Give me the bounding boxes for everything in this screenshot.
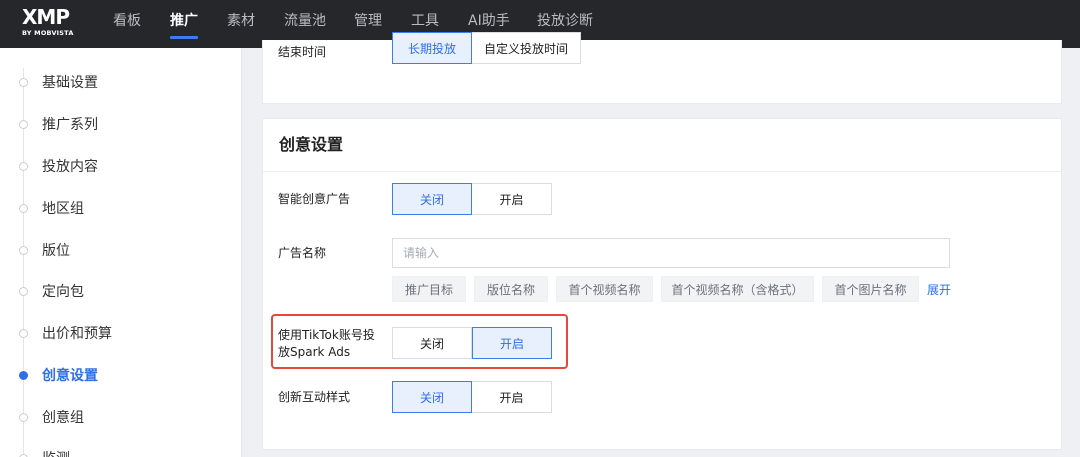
nav-item-label: 工具 [411, 13, 439, 29]
xmp-logo[interactable]: XMP BY MOBVISTA [22, 4, 74, 44]
step-dot [19, 413, 28, 422]
custom-delivery-time-button[interactable]: 自定义投放时间 [472, 32, 581, 64]
card-title: 创意设置 [279, 135, 344, 154]
sidebar-item-targeting[interactable]: 定向包 [0, 277, 241, 307]
ad-name-label: 广告名称 [278, 246, 327, 260]
nav-item-label: 管理 [354, 13, 382, 29]
logo-text: XMP [22, 5, 70, 29]
end-time-toggle: 长期投放 自定义投放时间 [392, 32, 581, 64]
end-time-label: 结束时间 [278, 45, 327, 59]
ad-name-input[interactable] [392, 238, 950, 268]
tag-first-video-name-with-format[interactable]: 首个视频名称（含格式） [661, 276, 814, 302]
active-nav-indicator [170, 36, 198, 39]
smart-creative-label: 智能创意广告 [278, 192, 351, 206]
step-dot [19, 78, 28, 87]
step-dot [19, 120, 28, 129]
expand-link[interactable]: 展开 [927, 282, 951, 298]
sidebar-item-bid-budget[interactable]: 出价和预算 [0, 319, 241, 349]
sidebar-item-creative-group[interactable]: 创意组 [0, 403, 241, 433]
sidebar-item-placement[interactable]: 版位 [0, 236, 241, 266]
sidebar-item-label: 创意设置 [42, 368, 98, 384]
sidebar-item-label: 投放内容 [42, 159, 98, 175]
sidebar-item-label: 出价和预算 [42, 326, 112, 342]
sidebar-item-label: 创意组 [42, 410, 84, 426]
tag-promotion-goal[interactable]: 推广目标 [392, 276, 466, 302]
sidebar-item-label: 版位 [42, 243, 70, 259]
step-dot [19, 287, 28, 296]
smart-creative-on-button[interactable]: 开启 [472, 183, 552, 215]
nav-item-promotion[interactable]: 推广 [170, 0, 198, 48]
sidebar-item-campaign[interactable]: 推广系列 [0, 110, 241, 140]
nav-item-dashboard[interactable]: 看板 [113, 0, 141, 48]
step-dot-active [19, 371, 28, 380]
schedule-card: 结束时间 长期投放 自定义投放时间 [262, 32, 1062, 104]
tag-placement-name[interactable]: 版位名称 [474, 276, 548, 302]
sidebar-item-label: 基础设置 [42, 75, 98, 91]
sidebar-item-content[interactable]: 投放内容 [0, 152, 241, 182]
sidebar-item-tracking[interactable]: 监测 [0, 444, 241, 457]
long-term-delivery-button[interactable]: 长期投放 [392, 32, 472, 64]
interactive-style-off-button[interactable]: 关闭 [392, 381, 472, 413]
sidebar-item-label: 推广系列 [42, 117, 98, 133]
interactive-style-label: 创新互动样式 [278, 390, 351, 404]
step-dot [19, 246, 28, 255]
nav-item-label: 素材 [227, 13, 255, 29]
step-sidebar: 基础设置 推广系列 投放内容 地区组 版位 定向包 出价和预算 创意设置 创意组… [0, 48, 242, 457]
nav-item-label: 看板 [113, 13, 141, 29]
smart-creative-toggle: 关闭 开启 [392, 183, 552, 215]
sidebar-item-label: 地区组 [42, 201, 84, 217]
step-dot [19, 329, 28, 338]
nav-item-creatives[interactable]: 素材 [227, 0, 255, 48]
step-dot [19, 162, 28, 171]
sidebar-item-label: 定向包 [42, 284, 84, 300]
step-dot [19, 204, 28, 213]
nav-item-label: 推广 [170, 13, 198, 29]
nav-item-label: 流量池 [284, 13, 326, 29]
creative-settings-card: 创意设置 智能创意广告 关闭 开启 广告名称 推广目标 版位名称 首个视频名称 … [262, 118, 1062, 450]
sidebar-item-label: 监测 [42, 449, 70, 457]
sidebar-item-creative-settings[interactable]: 创意设置 [0, 361, 241, 391]
tag-first-video-name[interactable]: 首个视频名称 [556, 276, 653, 302]
tag-first-image-name[interactable]: 首个图片名称 [822, 276, 919, 302]
interactive-style-on-button[interactable]: 开启 [472, 381, 552, 413]
nav-item-label: 投放诊断 [537, 13, 593, 29]
nav-item-label: AI助手 [468, 13, 510, 29]
sidebar-item-basic-settings[interactable]: 基础设置 [0, 68, 241, 98]
smart-creative-off-button[interactable]: 关闭 [392, 183, 472, 215]
interactive-style-toggle: 关闭 开启 [392, 381, 552, 413]
sidebar-item-region-group[interactable]: 地区组 [0, 194, 241, 224]
logo-subtitle: BY MOBVISTA [22, 29, 74, 37]
divider [263, 171, 1061, 172]
annotation-highlight-box [271, 314, 568, 369]
